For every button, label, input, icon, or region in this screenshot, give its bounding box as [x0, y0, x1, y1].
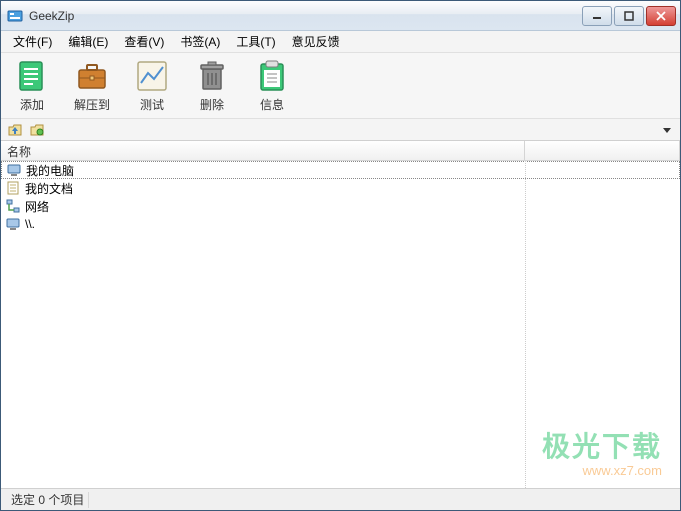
computer-icon [5, 216, 21, 232]
watermark-url: www.xz7.com [542, 463, 662, 478]
list-item[interactable]: 我的电脑 [1, 161, 680, 179]
list-body[interactable]: 我的电脑 我的文档 网络 \\. 极光下载 www.xz7.com [1, 161, 680, 488]
folder-nav-icon[interactable] [29, 122, 45, 138]
titlebar: GeekZip [1, 1, 680, 31]
list-item[interactable]: \\. [1, 215, 680, 233]
close-button[interactable] [646, 6, 676, 26]
column-name[interactable]: 名称 [1, 141, 525, 160]
file-list: 名称 我的电脑 我的文档 网络 \\. 极光下载 ww [1, 141, 680, 488]
app-window: GeekZip 文件(F) 编辑(E) 查看(V) 书签(A) 工具(T) 意见… [0, 0, 681, 511]
watermark: 极光下载 www.xz7.com [542, 425, 662, 478]
list-header: 名称 [1, 141, 680, 161]
toolbar-info-button[interactable]: 信息 [247, 55, 297, 116]
app-icon [7, 8, 23, 24]
list-item-label: \\. [25, 217, 35, 231]
add-file-icon [14, 58, 50, 94]
watermark-text: 极光下载 [542, 425, 662, 465]
toolbar-add-button[interactable]: 添加 [7, 55, 57, 116]
document-icon [5, 180, 21, 196]
toolbar-extract-label: 解压到 [74, 96, 110, 113]
menu-file[interactable]: 文件(F) [5, 31, 60, 52]
toolbar-delete-label: 删除 [200, 96, 224, 113]
navbar [1, 119, 680, 141]
toolbar-test-label: 测试 [140, 96, 164, 113]
list-item[interactable]: 网络 [1, 197, 680, 215]
clipboard-icon [254, 58, 290, 94]
toolbar-add-label: 添加 [20, 96, 44, 113]
list-item[interactable]: 我的文档 [1, 179, 680, 197]
briefcase-icon [74, 58, 110, 94]
menu-tools[interactable]: 工具(T) [228, 31, 283, 52]
list-item-label: 我的文档 [25, 180, 73, 197]
status-selection: 选定 0 个项目 [7, 492, 89, 508]
menu-feedback[interactable]: 意见反馈 [284, 31, 348, 52]
menu-edit[interactable]: 编辑(E) [60, 31, 116, 52]
navbar-dropdown-icon[interactable] [660, 123, 674, 137]
list-item-label: 网络 [25, 198, 49, 215]
maximize-button[interactable] [614, 6, 644, 26]
list-item-label: 我的电脑 [26, 162, 74, 179]
trash-icon [194, 58, 230, 94]
minimize-button[interactable] [582, 6, 612, 26]
up-folder-icon[interactable] [7, 122, 23, 138]
toolbar-test-button[interactable]: 测试 [127, 55, 177, 116]
menu-view[interactable]: 查看(V) [116, 31, 172, 52]
chart-icon [134, 58, 170, 94]
network-icon [5, 198, 21, 214]
toolbar-delete-button[interactable]: 删除 [187, 55, 237, 116]
toolbar-info-label: 信息 [260, 96, 284, 113]
menubar: 文件(F) 编辑(E) 查看(V) 书签(A) 工具(T) 意见反馈 [1, 31, 680, 53]
column-spare[interactable] [525, 141, 680, 160]
window-controls [582, 6, 676, 26]
statusbar: 选定 0 个项目 [1, 488, 680, 510]
toolbar-extract-button[interactable]: 解压到 [67, 55, 117, 116]
window-title: GeekZip [29, 9, 582, 23]
computer-icon [6, 162, 22, 178]
toolbar: 添加 解压到 测试 删除 信息 [1, 53, 680, 119]
menu-bookmarks[interactable]: 书签(A) [172, 31, 228, 52]
